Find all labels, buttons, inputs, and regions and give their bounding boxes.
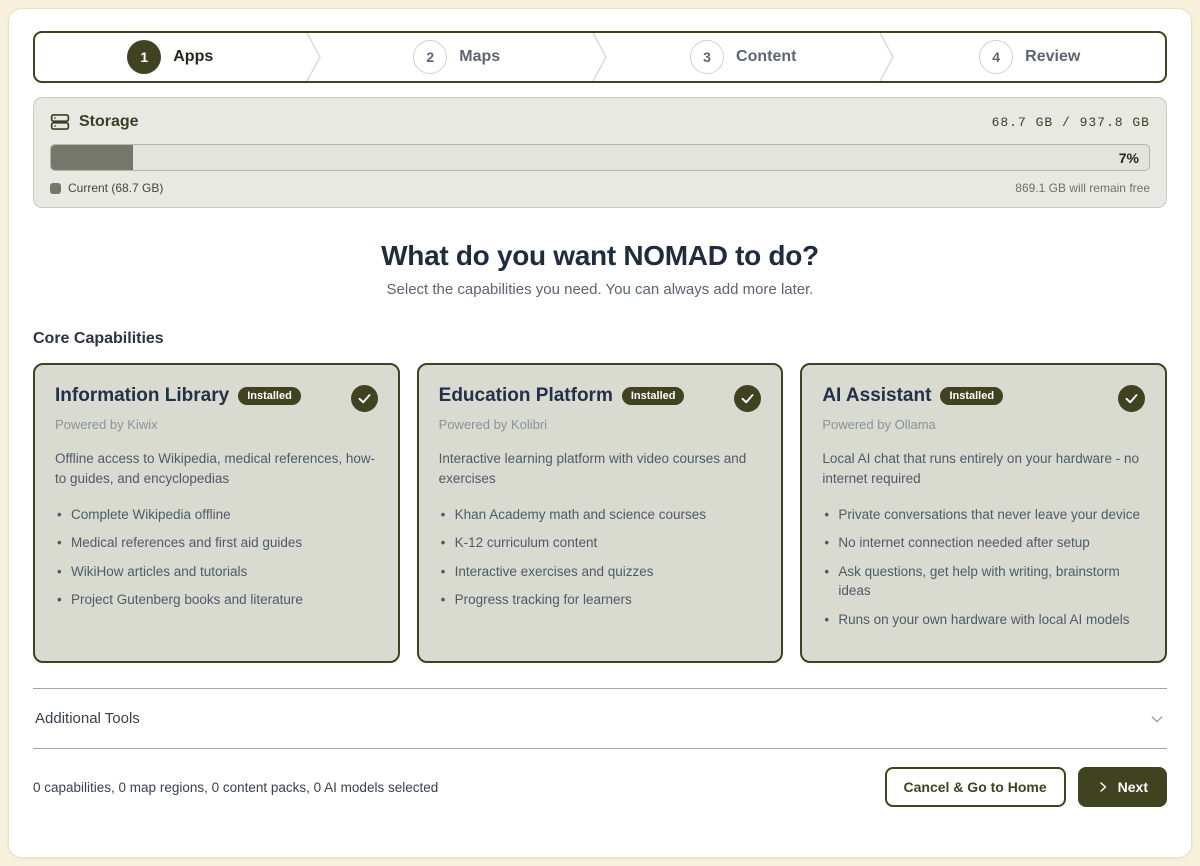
chevron-down-icon	[1149, 711, 1165, 727]
wizard-stepper: 1 Apps 2 Maps 3 Content 4 Review	[33, 31, 1167, 83]
powered-by: Powered by Ollama	[822, 417, 1145, 432]
additional-tools-toggle[interactable]: Additional Tools	[33, 689, 1167, 748]
storage-panel: Storage 68.7 GB / 937.8 GB 7% Current (6…	[33, 97, 1167, 208]
step-review[interactable]: 4 Review	[895, 33, 1166, 81]
legend-current-label: Current (68.7 GB)	[68, 181, 163, 195]
storage-title: Storage	[79, 113, 139, 131]
feature-item: WikiHow articles and tutorials	[55, 562, 378, 582]
storage-progress-bar: 7%	[50, 144, 1150, 171]
storage-icon	[50, 112, 70, 132]
cancel-button[interactable]: Cancel & Go to Home	[885, 767, 1066, 807]
feature-item: K-12 curriculum content	[439, 533, 762, 553]
step-apps-label: Apps	[173, 48, 213, 66]
feature-list: Complete Wikipedia offline Medical refer…	[55, 505, 378, 610]
feature-list: Khan Academy math and science courses K-…	[439, 505, 762, 610]
feature-item: Ask questions, get help with writing, br…	[822, 562, 1145, 601]
storage-progress-fill	[51, 145, 133, 170]
powered-by: Powered by Kolibri	[439, 417, 762, 432]
step-maps[interactable]: 2 Maps	[322, 33, 593, 81]
installed-badge: Installed	[238, 387, 301, 405]
step-apps-number: 1	[127, 40, 161, 74]
step-maps-number: 2	[413, 40, 447, 74]
card-title: Information Library	[55, 385, 229, 407]
check-circle-icon	[351, 385, 378, 412]
legend-current-swatch	[50, 183, 61, 194]
step-separator-icon	[306, 32, 322, 82]
card-information-library[interactable]: Information Library Installed Powered by…	[33, 363, 400, 663]
powered-by: Powered by Kiwix	[55, 417, 378, 432]
feature-item: No internet connection needed after setu…	[822, 533, 1145, 553]
step-review-label: Review	[1025, 48, 1080, 66]
feature-list: Private conversations that never leave y…	[822, 505, 1145, 630]
check-circle-icon	[734, 385, 761, 412]
storage-remaining: 869.1 GB will remain free	[1015, 181, 1150, 195]
storage-usage: 68.7 GB / 937.8 GB	[992, 115, 1150, 130]
step-apps[interactable]: 1 Apps	[35, 33, 306, 81]
wizard-panel: 1 Apps 2 Maps 3 Content 4 Review	[8, 8, 1192, 858]
storage-percent: 7%	[1119, 145, 1139, 170]
core-capabilities-label: Core Capabilities	[33, 330, 1167, 348]
step-review-number: 4	[979, 40, 1013, 74]
installed-badge: Installed	[940, 387, 1003, 405]
chevron-right-icon	[1097, 781, 1109, 793]
check-circle-icon	[1118, 385, 1145, 412]
capability-cards: Information Library Installed Powered by…	[33, 363, 1167, 663]
card-ai-assistant[interactable]: AI Assistant Installed Powered by Ollama…	[800, 363, 1167, 663]
card-description: Interactive learning platform with video…	[439, 449, 762, 490]
card-education-platform[interactable]: Education Platform Installed Powered by …	[417, 363, 784, 663]
card-title: Education Platform	[439, 385, 613, 407]
feature-item: Medical references and first aid guides	[55, 533, 378, 553]
page-subtitle: Select the capabilities you need. You ca…	[33, 281, 1167, 298]
step-maps-label: Maps	[459, 48, 500, 66]
step-content[interactable]: 3 Content	[608, 33, 879, 81]
installed-badge: Installed	[622, 387, 685, 405]
card-title: AI Assistant	[822, 385, 931, 407]
additional-tools-label: Additional Tools	[35, 710, 140, 727]
page-title: What do you want NOMAD to do?	[33, 240, 1167, 272]
card-description: Local AI chat that runs entirely on your…	[822, 449, 1145, 490]
step-separator-icon	[592, 32, 608, 82]
step-separator-icon	[879, 32, 895, 82]
step-content-number: 3	[690, 40, 724, 74]
feature-item: Complete Wikipedia offline	[55, 505, 378, 525]
feature-item: Khan Academy math and science courses	[439, 505, 762, 525]
feature-item: Progress tracking for learners	[439, 590, 762, 610]
next-button[interactable]: Next	[1078, 767, 1167, 807]
feature-item: Interactive exercises and quizzes	[439, 562, 762, 582]
feature-item: Project Gutenberg books and literature	[55, 590, 378, 610]
feature-item: Private conversations that never leave y…	[822, 505, 1145, 525]
feature-item: Runs on your own hardware with local AI …	[822, 610, 1145, 630]
card-description: Offline access to Wikipedia, medical ref…	[55, 449, 378, 490]
step-content-label: Content	[736, 48, 796, 66]
selection-summary: 0 capabilities, 0 map regions, 0 content…	[33, 780, 438, 795]
